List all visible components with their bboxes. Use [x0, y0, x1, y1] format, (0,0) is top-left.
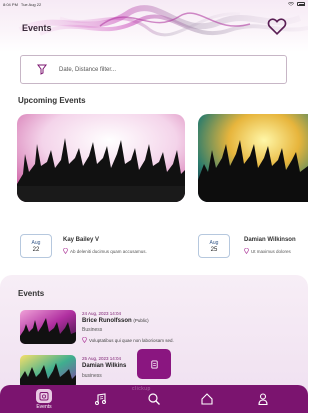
status-time: 8:04 PM: [3, 1, 18, 7]
nav-item-profile[interactable]: [255, 385, 271, 413]
profile-icon: [258, 393, 268, 406]
status-bar: 8:04 PM Tue Aug 22: [0, 0, 308, 8]
filter-placeholder: Date, Distance filter...: [59, 66, 117, 73]
upcoming-card-image-1[interactable]: [17, 114, 185, 202]
event-category-2: business: [82, 373, 102, 379]
upcoming-card-image-2[interactable]: [198, 114, 308, 202]
date-badge-month: Aug: [209, 239, 219, 246]
event-name-text: Brice Runolfsson: [82, 318, 132, 324]
wifi-icon: [288, 2, 294, 6]
event-name-text: Damian Wilkins: [82, 363, 127, 369]
floating-action-button[interactable]: [137, 349, 171, 379]
battery-icon: [297, 2, 305, 6]
status-date: Tue Aug 22: [20, 1, 42, 7]
date-badge-month: Aug: [31, 239, 41, 246]
date-badge-1: Aug 22: [20, 234, 52, 258]
event-thumbnail: [20, 310, 76, 344]
date-badge-day: 22: [32, 246, 40, 253]
heart-icon: [267, 18, 287, 35]
nav-item-music[interactable]: [93, 385, 109, 413]
event-date-2: 25 Aug, 2023 14:04: [82, 356, 122, 361]
dance-party-image: [198, 114, 308, 202]
location-pin-icon: [82, 337, 87, 343]
event-row-image-2[interactable]: [20, 355, 76, 389]
search-icon: [148, 393, 160, 405]
upcoming-card-name-2[interactable]: Damian Wilkinson: [244, 237, 296, 243]
concert-crowd-image: [17, 114, 185, 202]
event-visibility: (Public): [133, 318, 149, 323]
event-row-image-1[interactable]: [20, 310, 76, 344]
favorites-button[interactable]: [266, 15, 288, 37]
location-text: Ab deleniti ducimus quam accusamus.: [70, 248, 147, 254]
event-thumbnail: [20, 355, 76, 389]
filter-icon: [37, 64, 47, 75]
event-name-1[interactable]: Brice Runolfsson (Public): [82, 318, 149, 324]
page-icon: [150, 359, 158, 369]
home-icon: [201, 393, 213, 405]
page-title: Events: [22, 23, 52, 33]
event-location-1: Voluptatibus qui quae non laboriosam sed…: [82, 337, 174, 343]
nav-label-events: Events: [36, 403, 52, 410]
date-badge-day: 25: [210, 246, 218, 253]
events-section-title: Events: [18, 289, 45, 298]
nav-item-search[interactable]: [146, 385, 162, 413]
nav-active-indicator: [36, 388, 52, 403]
nav-item-home[interactable]: [199, 385, 215, 413]
event-category-1: Business: [82, 327, 103, 333]
location-pin-icon: [244, 248, 249, 254]
location-text: Ut maximus dolores: [251, 248, 291, 254]
event-date-1: 24 Aug, 2023 14:04: [82, 311, 122, 316]
nav-item-events[interactable]: Events: [36, 385, 52, 413]
music-icon: [95, 393, 106, 405]
upcoming-card-name-1[interactable]: Kay Bailey V: [63, 237, 99, 243]
filter-input[interactable]: Date, Distance filter...: [20, 55, 287, 84]
location-pin-icon: [63, 248, 68, 254]
location-text: Voluptatibus qui quae non laboriosam sed…: [89, 337, 174, 343]
upcoming-card-location-1: Ab deleniti ducimus quam accusamus.: [63, 248, 147, 254]
upcoming-events-title: Upcoming Events: [18, 96, 86, 105]
events-icon: [39, 391, 49, 400]
date-badge-2: Aug 25: [198, 234, 230, 258]
upcoming-card-location-2: Ut maximus dolores: [244, 248, 291, 254]
event-name-2[interactable]: Damian Wilkins: [82, 363, 126, 369]
